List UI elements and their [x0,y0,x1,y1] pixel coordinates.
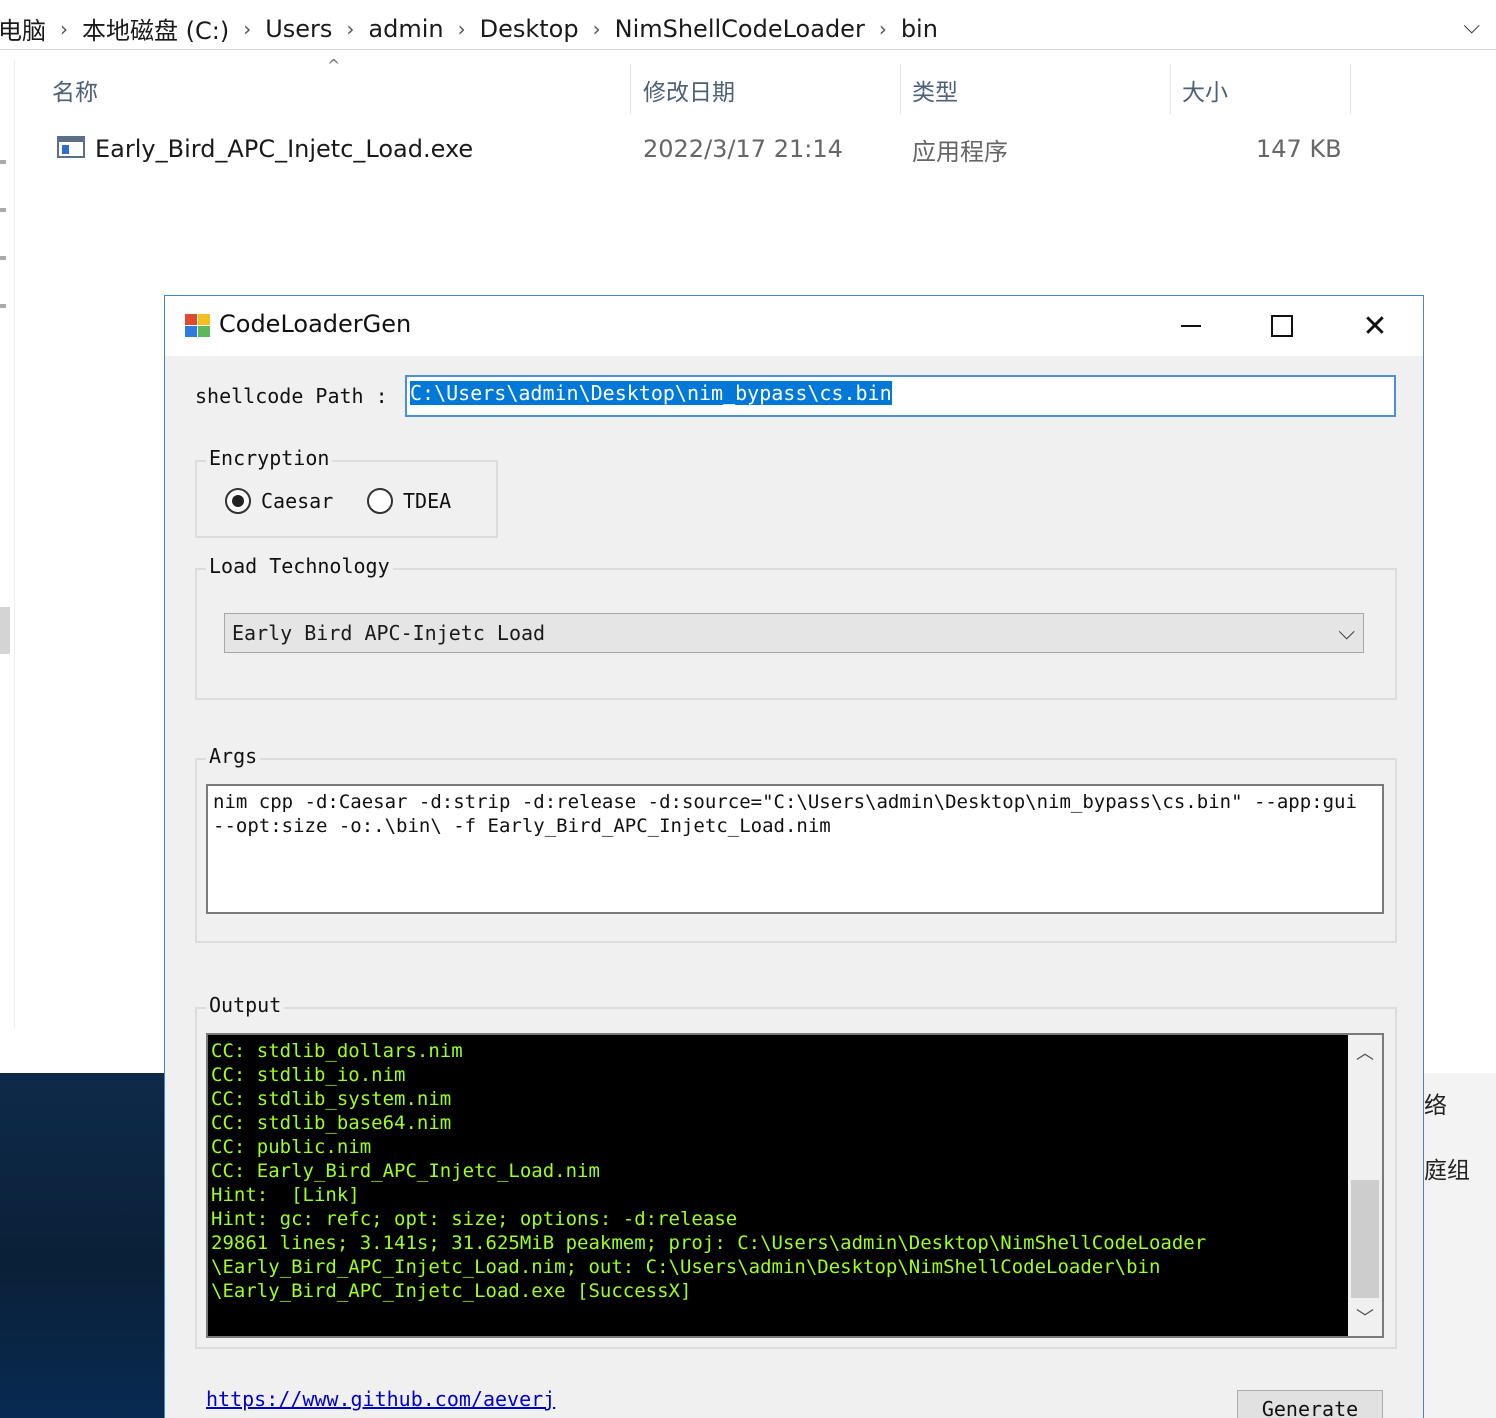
file-modified: 2022/3/17 21:14 [643,135,843,163]
chevron-right-icon: › [457,16,466,41]
chevron-down-icon[interactable]: ⌵ [1338,620,1355,645]
radio-caesar-label: Caesar [261,489,334,513]
shellcode-path-value: C:\Users\admin\Desktop\nim_bypass\cs.bin [410,381,892,405]
column-divider[interactable] [1170,64,1171,114]
output-line: CC: stdlib_base64.nim [211,1112,452,1134]
column-divider[interactable] [900,64,901,114]
load-technology-value: Early Bird APC-Injetc Load [232,621,546,645]
breadcrumb-pc[interactable]: 电脑 [0,11,46,46]
background-window-text: 庭组 [1424,1158,1470,1184]
shellcode-path-label: shellcode Path : [195,384,388,408]
radio-tdea-label: TDEA [403,489,452,513]
output-line: Hint: gc: refc; opt: size; options: -d:r… [211,1208,738,1230]
chevron-right-icon: › [346,16,355,41]
chevron-down-icon[interactable]: ⌵ [1463,14,1480,39]
background-window-edge [1422,1073,1496,1418]
output-line: CC: stdlib_io.nim [211,1064,406,1086]
radio-unselected-icon [367,488,393,514]
chevron-right-icon: › [243,16,252,41]
chevron-right-icon: › [592,16,601,41]
output-line: CC: stdlib_dollars.nim [211,1040,463,1062]
load-technology-select[interactable]: Early Bird APC-Injetc Load ⌵ [224,613,1364,653]
file-type: 应用程序 [912,137,1008,166]
column-divider[interactable] [630,64,631,114]
column-header-modified[interactable]: 修改日期 [643,64,735,116]
nav-scrollbar-thumb[interactable] [0,607,10,654]
scroll-down-icon[interactable]: ﹀ [1348,1302,1382,1336]
nav-expand-icon[interactable] [0,208,6,212]
file-size: 147 KB [1256,135,1342,163]
breadcrumb-admin[interactable]: admin [368,15,443,43]
output-line: 29861 lines; 3.141s; 31.625MiB peakmem; … [211,1232,1207,1254]
chevron-right-icon: › [878,16,887,41]
output-line: CC: Early_Bird_APC_Injetc_Load.nim [211,1160,600,1182]
output-console[interactable]: CC: stdlib_dollars.nim CC: stdlib_io.nim… [206,1033,1384,1338]
scrollbar-thumb[interactable] [1351,1180,1379,1298]
address-bar[interactable]: 电脑 › 本地磁盘 (C:) › Users › admin › Desktop… [0,8,1496,50]
column-header-type[interactable]: 类型 [912,64,958,116]
args-title: Args [206,744,261,768]
nav-expand-icon[interactable] [0,256,6,260]
breadcrumb-drive[interactable]: 本地磁盘 (C:) [82,11,229,46]
generate-button[interactable]: Generate [1237,1390,1383,1418]
output-line: \Early_Bird_APC_Injetc_Load.nim; out: C:… [211,1256,1161,1278]
shellcode-path-input[interactable]: C:\Users\admin\Desktop\nim_bypass\cs.bin [405,375,1396,417]
github-link[interactable]: https://www.github.com/aeverj [206,1387,555,1411]
output-title: Output [206,993,285,1017]
encryption-group-title: Encryption [206,446,333,470]
args-textarea[interactable]: nim cpp -d:Caesar -d:strip -d:release -d… [206,784,1384,914]
output-scrollbar[interactable]: ︿ ﹀ [1348,1035,1382,1336]
breadcrumb-project[interactable]: NimShellCodeLoader [615,15,865,43]
radio-tdea[interactable]: TDEA [367,488,451,514]
file-name[interactable]: Early_Bird_APC_Injetc_Load.exe [95,130,473,168]
column-header-size[interactable]: 大小 [1182,64,1228,116]
chevron-right-icon: › [60,16,68,41]
load-technology-title: Load Technology [206,554,393,578]
close-button[interactable]: ✕ [1330,296,1420,356]
output-line: \Early_Bird_APC_Injetc_Load.exe [Success… [211,1280,692,1302]
exe-file-icon[interactable] [57,136,85,158]
column-header-name[interactable]: 名称 [52,64,98,116]
nav-expand-icon[interactable] [0,304,6,308]
close-icon: ✕ [1362,308,1388,344]
radio-selected-icon [225,488,251,514]
nav-pane-divider [14,60,15,1028]
column-divider[interactable] [1350,64,1351,114]
radio-caesar[interactable]: Caesar [225,488,333,514]
breadcrumb-users[interactable]: Users [265,15,332,43]
nav-expand-icon[interactable] [0,160,6,164]
sort-ascending-icon: ^ [327,56,341,75]
minimize-button[interactable] [1146,296,1236,356]
breadcrumb-desktop[interactable]: Desktop [480,15,579,43]
output-line: CC: stdlib_system.nim [211,1088,452,1110]
app-icon [185,314,211,338]
output-line: CC: public.nim [211,1136,372,1158]
output-line: Hint: [Link] [211,1184,360,1206]
title-bar[interactable]: CodeLoaderGen ✕ [165,296,1423,356]
maximize-button[interactable] [1237,296,1327,356]
window-title: CodeLoaderGen [219,310,412,338]
breadcrumb-bin[interactable]: bin [901,15,938,43]
scroll-up-icon[interactable]: ︿ [1348,1037,1382,1071]
codeloadergen-window: CodeLoaderGen ✕ shellcode Path : C:\User… [164,295,1424,1418]
background-window-text: 络 [1424,1093,1447,1119]
